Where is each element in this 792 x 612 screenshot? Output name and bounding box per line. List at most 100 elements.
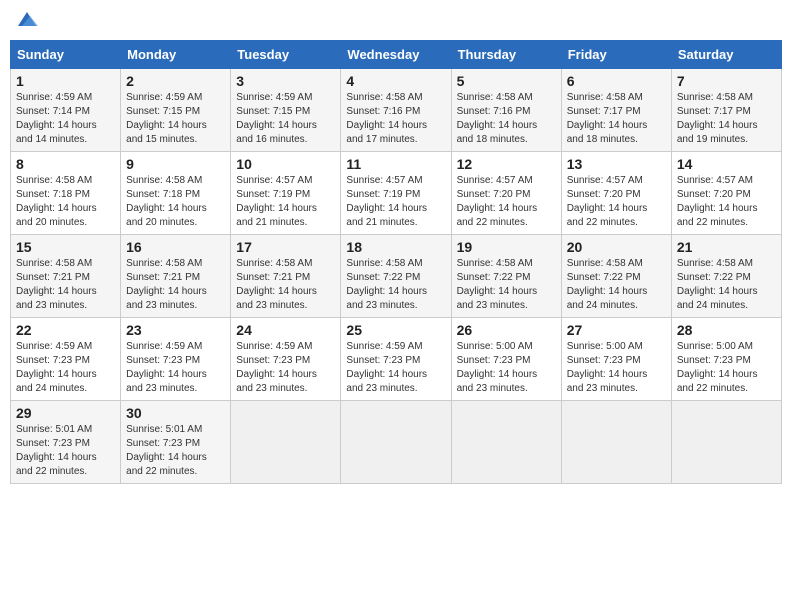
day-info: Sunrise: 4:58 AMSunset: 7:22 PMDaylight:… xyxy=(457,257,556,313)
header-sunday: Sunday xyxy=(11,41,121,69)
day-number: 4 xyxy=(346,73,445,89)
day-number: 28 xyxy=(677,322,776,338)
day-info: Sunrise: 4:58 AMSunset: 7:21 PMDaylight:… xyxy=(236,257,335,313)
week-row-3: 15 Sunrise: 4:58 AMSunset: 7:21 PMDayligh… xyxy=(11,235,782,318)
day-info: Sunrise: 4:58 AMSunset: 7:22 PMDaylight:… xyxy=(567,257,666,313)
day-cell: 6 Sunrise: 4:58 AMSunset: 7:17 PMDaylight… xyxy=(561,69,671,152)
day-info: Sunrise: 4:59 AMSunset: 7:23 PMDaylight:… xyxy=(346,340,445,396)
week-row-5: 29 Sunrise: 5:01 AMSunset: 7:23 PMDayligh… xyxy=(11,401,782,484)
day-cell: 27 Sunrise: 5:00 AMSunset: 7:23 PMDayligh… xyxy=(561,318,671,401)
day-cell: 28 Sunrise: 5:00 AMSunset: 7:23 PMDayligh… xyxy=(671,318,781,401)
day-number: 14 xyxy=(677,156,776,172)
day-info: Sunrise: 4:58 AMSunset: 7:16 PMDaylight:… xyxy=(457,91,556,147)
day-cell: 7 Sunrise: 4:58 AMSunset: 7:17 PMDaylight… xyxy=(671,69,781,152)
day-cell: 24Sunrise: 4:59 AMSunset: 7:23 PMDayligh… xyxy=(231,318,341,401)
day-info: Sunrise: 4:58 AMSunset: 7:18 PMDaylight:… xyxy=(16,174,115,230)
day-number: 24 xyxy=(236,322,335,338)
day-info: Sunrise: 4:58 AMSunset: 7:17 PMDaylight:… xyxy=(567,91,666,147)
day-number: 5 xyxy=(457,73,556,89)
day-info: Sunrise: 4:59 AMSunset: 7:14 PMDaylight:… xyxy=(16,91,115,147)
header-thursday: Thursday xyxy=(451,41,561,69)
day-number: 12 xyxy=(457,156,556,172)
day-number: 20 xyxy=(567,239,666,255)
day-info: Sunrise: 5:01 AMSunset: 7:23 PMDaylight:… xyxy=(126,423,225,479)
day-number: 9 xyxy=(126,156,225,172)
day-cell: 20 Sunrise: 4:58 AMSunset: 7:22 PMDayligh… xyxy=(561,235,671,318)
day-cell: 29 Sunrise: 5:01 AMSunset: 7:23 PMDayligh… xyxy=(11,401,121,484)
day-cell: 22Sunrise: 4:59 AMSunset: 7:23 PMDayligh… xyxy=(11,318,121,401)
day-number: 2 xyxy=(126,73,225,89)
week-row-1: 1 Sunrise: 4:59 AMSunset: 7:14 PMDaylight… xyxy=(11,69,782,152)
day-number: 13 xyxy=(567,156,666,172)
day-cell: 16 Sunrise: 4:58 AMSunset: 7:21 PMDayligh… xyxy=(121,235,231,318)
day-cell xyxy=(561,401,671,484)
day-number: 11 xyxy=(346,156,445,172)
day-cell: 14 Sunrise: 4:57 AMSunset: 7:20 PMDayligh… xyxy=(671,152,781,235)
day-number: 17 xyxy=(236,239,335,255)
day-info: Sunrise: 4:58 AMSunset: 7:22 PMDaylight:… xyxy=(677,257,776,313)
header xyxy=(10,10,782,32)
header-monday: Monday xyxy=(121,41,231,69)
day-info: Sunrise: 5:00 AMSunset: 7:23 PMDaylight:… xyxy=(677,340,776,396)
day-number: 6 xyxy=(567,73,666,89)
day-info: Sunrise: 5:00 AMSunset: 7:23 PMDaylight:… xyxy=(567,340,666,396)
day-cell: 8Sunrise: 4:58 AMSunset: 7:18 PMDaylight… xyxy=(11,152,121,235)
day-cell: 25 Sunrise: 4:59 AMSunset: 7:23 PMDayligh… xyxy=(341,318,451,401)
day-cell: 18Sunrise: 4:58 AMSunset: 7:22 PMDayligh… xyxy=(341,235,451,318)
day-info: Sunrise: 4:58 AMSunset: 7:17 PMDaylight:… xyxy=(677,91,776,147)
day-number: 18 xyxy=(346,239,445,255)
day-cell: 2 Sunrise: 4:59 AMSunset: 7:15 PMDaylight… xyxy=(121,69,231,152)
day-number: 1 xyxy=(16,73,115,89)
day-info: Sunrise: 4:58 AMSunset: 7:16 PMDaylight:… xyxy=(346,91,445,147)
day-cell: 19 Sunrise: 4:58 AMSunset: 7:22 PMDayligh… xyxy=(451,235,561,318)
day-cell: 13 Sunrise: 4:57 AMSunset: 7:20 PMDayligh… xyxy=(561,152,671,235)
day-number: 7 xyxy=(677,73,776,89)
day-number: 22 xyxy=(16,322,115,338)
day-info: Sunrise: 4:59 AMSunset: 7:15 PMDaylight:… xyxy=(126,91,225,147)
header-friday: Friday xyxy=(561,41,671,69)
day-cell xyxy=(671,401,781,484)
day-number: 23 xyxy=(126,322,225,338)
week-row-4: 22 Sunrise: 4:59 AMSunset: 7:23 PMDayligh… xyxy=(11,318,782,401)
day-number: 16 xyxy=(126,239,225,255)
day-cell: 1 Sunrise: 4:59 AMSunset: 7:14 PMDaylight… xyxy=(11,69,121,152)
day-number: 30 xyxy=(126,405,225,421)
logo xyxy=(14,16,38,26)
day-cell xyxy=(231,401,341,484)
day-number: 21 xyxy=(677,239,776,255)
header-tuesday: Tuesday xyxy=(231,41,341,69)
day-cell: 15 Sunrise: 4:58 AMSunset: 7:21 PMDayligh… xyxy=(11,235,121,318)
day-cell: 5 Sunrise: 4:58 AMSunset: 7:16 PMDaylight… xyxy=(451,69,561,152)
header-row: SundayMondayTuesdayWednesdayThursdayFrid… xyxy=(11,41,782,69)
day-cell xyxy=(341,401,451,484)
day-number: 15 xyxy=(16,239,115,255)
day-cell: 26 Sunrise: 5:00 AMSunset: 7:23 PMDayligh… xyxy=(451,318,561,401)
day-cell xyxy=(451,401,561,484)
day-number: 25 xyxy=(346,322,445,338)
day-cell: 17 Sunrise: 4:58 AMSunset: 7:21 PMDayligh… xyxy=(231,235,341,318)
day-number: 19 xyxy=(457,239,556,255)
day-info: Sunrise: 4:58 AMSunset: 7:21 PMDaylight:… xyxy=(126,257,225,313)
day-info: Sunrise: 5:00 AMSunset: 7:23 PMDaylight:… xyxy=(457,340,556,396)
day-cell: 12Sunrise: 4:57 AMSunset: 7:20 PMDayligh… xyxy=(451,152,561,235)
day-info: Sunrise: 4:57 AMSunset: 7:19 PMDaylight:… xyxy=(346,174,445,230)
header-wednesday: Wednesday xyxy=(341,41,451,69)
day-cell: 11 Sunrise: 4:57 AMSunset: 7:19 PMDayligh… xyxy=(341,152,451,235)
header-saturday: Saturday xyxy=(671,41,781,69)
day-info: Sunrise: 4:57 AMSunset: 7:20 PMDaylight:… xyxy=(567,174,666,230)
day-number: 3 xyxy=(236,73,335,89)
day-number: 29 xyxy=(16,405,115,421)
day-cell: 9 Sunrise: 4:58 AMSunset: 7:18 PMDaylight… xyxy=(121,152,231,235)
day-number: 27 xyxy=(567,322,666,338)
week-row-2: 8Sunrise: 4:58 AMSunset: 7:18 PMDaylight… xyxy=(11,152,782,235)
day-info: Sunrise: 5:01 AMSunset: 7:23 PMDaylight:… xyxy=(16,423,115,479)
day-info: Sunrise: 4:57 AMSunset: 7:20 PMDaylight:… xyxy=(677,174,776,230)
day-cell: 30 Sunrise: 5:01 AMSunset: 7:23 PMDayligh… xyxy=(121,401,231,484)
day-info: Sunrise: 4:59 AMSunset: 7:15 PMDaylight:… xyxy=(236,91,335,147)
day-info: Sunrise: 4:58 AMSunset: 7:18 PMDaylight:… xyxy=(126,174,225,230)
day-number: 10 xyxy=(236,156,335,172)
day-info: Sunrise: 4:58 AMSunset: 7:21 PMDaylight:… xyxy=(16,257,115,313)
logo-icon xyxy=(16,8,38,30)
day-info: Sunrise: 4:59 AMSunset: 7:23 PMDaylight:… xyxy=(126,340,225,396)
day-number: 26 xyxy=(457,322,556,338)
